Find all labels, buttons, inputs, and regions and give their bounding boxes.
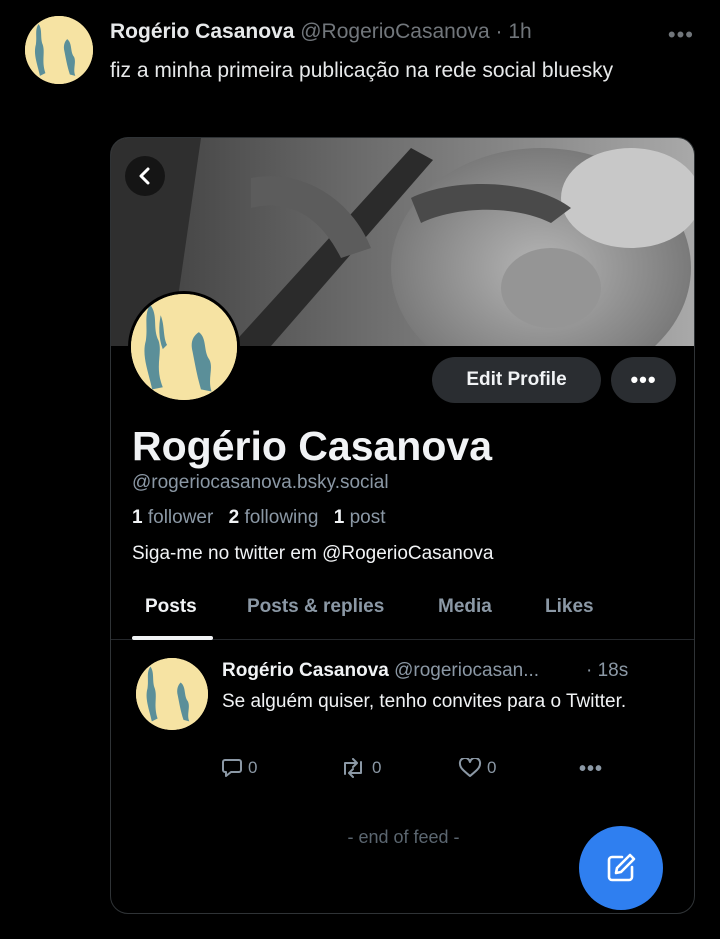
tweet-more-icon[interactable]: ••• [668,22,694,48]
following-stat[interactable]: 2 following [229,507,319,528]
repost-button[interactable]: 0 [339,758,381,778]
post-author-name[interactable]: Rogério Casanova [222,660,389,681]
tweet-separator: · [495,20,503,43]
tweet-author-avatar[interactable] [25,16,93,84]
post-timestamp: · 18s [586,660,628,682]
reply-count: 0 [248,758,258,777]
posts-stat: 1 post [334,507,386,528]
post-text: Se alguém quiser, tenho convites para o … [222,691,627,712]
tweet-header: Rogério Casanova @RogerioCasanova · 1h [110,20,532,44]
tab-media[interactable]: Media [438,596,492,618]
followers-label: follower [147,507,214,528]
followers-stat[interactable]: 1 follower [132,507,213,528]
tweet-author-handle[interactable]: @RogerioCasanova [300,20,489,43]
tab-posts[interactable]: Posts [145,596,197,618]
tweet-text: fiz a minha primeira publicação na rede … [110,59,614,82]
chevron-left-icon [139,167,150,185]
post-header: Rogério Casanova @rogeriocasan... [222,660,642,682]
post-time[interactable]: 18s [598,660,629,681]
compose-icon [607,853,636,882]
post-author-avatar[interactable] [136,658,208,730]
reply-button[interactable]: 0 [221,758,257,778]
profile-more-button[interactable]: ••• [611,357,676,403]
attached-image-card[interactable]: Edit Profile ••• Rogério Casanova @roger… [110,137,695,914]
tab-likes[interactable]: Likes [545,596,594,618]
following-count: 2 [228,507,240,528]
like-button[interactable]: 0 [458,758,496,778]
tweet-author-name[interactable]: Rogério Casanova [110,20,294,43]
tab-posts-and-replies[interactable]: Posts & replies [247,596,384,618]
post-separator: · [586,660,593,681]
compose-button[interactable] [579,826,663,910]
active-tab-indicator [132,636,213,640]
back-button[interactable] [125,156,165,196]
repost-icon [344,758,362,778]
post-author-handle[interactable]: @rogeriocasan... [394,660,539,681]
tweet-timestamp[interactable]: 1h [508,20,531,43]
profile-bio: Siga-me no twitter em @RogerioCasanova [132,543,494,564]
reply-icon [222,759,242,777]
following-label: following [244,507,319,528]
profile-display-name: Rogério Casanova [132,423,492,469]
posts-count: 1 [333,507,345,528]
repost-count: 0 [372,758,382,777]
profile-avatar[interactable] [128,291,240,403]
followers-count: 1 [132,507,143,528]
profile-tabs: Posts Posts & replies Media Likes [111,582,694,640]
profile-handle: @rogeriocasanova.bsky.social [132,472,389,493]
edit-profile-button[interactable]: Edit Profile [432,357,601,403]
more-horizontal-icon: ••• [630,367,657,392]
post-more-icon[interactable]: ••• [579,758,603,781]
like-count: 0 [487,758,497,777]
heart-icon [458,758,482,777]
posts-label: post [349,507,386,528]
profile-stats: 1 follower 2 following 1 post [132,507,385,529]
